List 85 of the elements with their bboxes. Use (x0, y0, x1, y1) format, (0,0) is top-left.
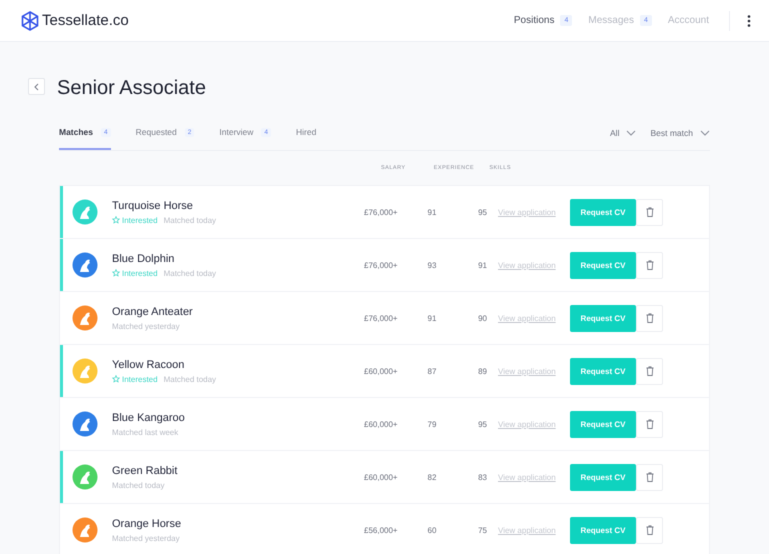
delete-button[interactable] (636, 410, 663, 438)
request-cv-button[interactable]: Request CV (570, 358, 636, 384)
view-application-link[interactable]: View application (498, 526, 556, 534)
more-menu-icon[interactable] (747, 14, 751, 26)
logo-text: Tessellate.co (42, 12, 129, 29)
salary-value: £56,000+ (364, 526, 399, 534)
match-time: Matched yesterday (112, 322, 180, 330)
trash-icon (646, 472, 654, 482)
candidate-name: Green Rabbit (112, 464, 178, 476)
back-button[interactable] (28, 78, 45, 95)
interested-label: Interested (122, 268, 158, 278)
experience-score: 87 (426, 366, 438, 376)
skills-score: 95 (477, 420, 488, 428)
candidate-name: Blue Kangaroo (112, 412, 186, 424)
page-title: Senior Associate (57, 76, 206, 100)
view-application-link[interactable]: View application (498, 314, 556, 322)
request-cv-button[interactable]: Request CV (570, 198, 636, 226)
salary-value: £76,000+ (364, 260, 399, 270)
trash-icon (646, 419, 654, 429)
match-time: Matched today (112, 480, 164, 490)
trash-icon (646, 260, 654, 270)
view-application-link[interactable]: View application (498, 472, 556, 482)
request-cv-button[interactable]: Request CV (570, 252, 636, 278)
animal-avatar-icon (72, 305, 98, 331)
candidate-name: Blue Dolphin (112, 252, 176, 264)
salary-value: £76,000+ (364, 208, 399, 216)
skills-score: 83 (477, 472, 488, 482)
request-cv-button[interactable]: Request CV (570, 464, 636, 490)
animal-avatar-icon (72, 464, 98, 490)
filter-dropdown[interactable]: Best match (650, 128, 710, 138)
view-application-link[interactable]: View application (498, 366, 556, 376)
match-time: Matched last week (112, 428, 178, 436)
experience-score: 82 (426, 472, 438, 482)
experience-score: 91 (426, 208, 438, 216)
experience-score: 93 (426, 260, 438, 270)
skills-score: 95 (477, 208, 488, 216)
chevron-down-icon (626, 130, 636, 136)
match-time: Matched yesterday (112, 534, 180, 542)
filter-dropdown[interactable]: All (610, 128, 636, 138)
animal-avatar-icon (72, 411, 98, 437)
trash-icon (646, 366, 654, 376)
chevron-left-icon (34, 82, 39, 90)
animal-avatar-icon (72, 358, 98, 384)
skills-score: 90 (477, 314, 488, 322)
interested-label: Interested (122, 216, 158, 224)
candidate-name: Yellow Racoon (112, 358, 186, 370)
match-time: Matched today (164, 216, 216, 224)
chevron-down-icon (700, 130, 710, 136)
delete-button[interactable] (636, 304, 663, 332)
animal-avatar-icon (72, 252, 98, 278)
nav-link[interactable]: Acccount (668, 15, 709, 26)
skills-score: 75 (477, 526, 488, 534)
candidate-name: Turquoise Horse (112, 200, 194, 212)
salary-value: £60,000+ (364, 420, 399, 428)
experience-score: 79 (426, 420, 438, 428)
delete-button[interactable] (636, 198, 663, 226)
request-cv-button[interactable]: Request CV (570, 516, 636, 544)
animal-avatar-icon (72, 199, 98, 225)
experience-score: 60 (426, 526, 438, 534)
animal-avatar-icon (72, 517, 98, 543)
view-application-link[interactable]: View application (498, 208, 556, 216)
skills-score: 89 (477, 366, 488, 376)
request-cv-button[interactable]: Request CV (570, 304, 636, 332)
view-application-link[interactable]: View application (498, 420, 556, 428)
salary-value: £60,000+ (364, 472, 399, 482)
hexagon-logo-icon (21, 10, 39, 30)
trash-icon (646, 525, 654, 535)
candidate-name: Orange Horse (112, 518, 182, 530)
trash-icon (646, 207, 654, 217)
salary-value: £60,000+ (364, 366, 399, 376)
request-cv-button[interactable]: Request CV (570, 410, 636, 438)
candidate-name: Orange Anteater (112, 306, 194, 318)
tab[interactable]: Hired (296, 115, 316, 150)
view-application-link[interactable]: View application (498, 260, 556, 270)
delete-button[interactable] (636, 252, 663, 278)
skills-score: 91 (477, 260, 488, 270)
interested-label: Interested (122, 374, 158, 384)
experience-score: 91 (426, 314, 438, 322)
trash-icon (646, 313, 654, 323)
delete-button[interactable] (636, 464, 663, 490)
salary-value: £76,000+ (364, 314, 399, 322)
delete-button[interactable] (636, 358, 663, 384)
delete-button[interactable] (636, 516, 663, 544)
match-time: Matched today (164, 374, 216, 384)
match-time: Matched today (164, 268, 216, 278)
